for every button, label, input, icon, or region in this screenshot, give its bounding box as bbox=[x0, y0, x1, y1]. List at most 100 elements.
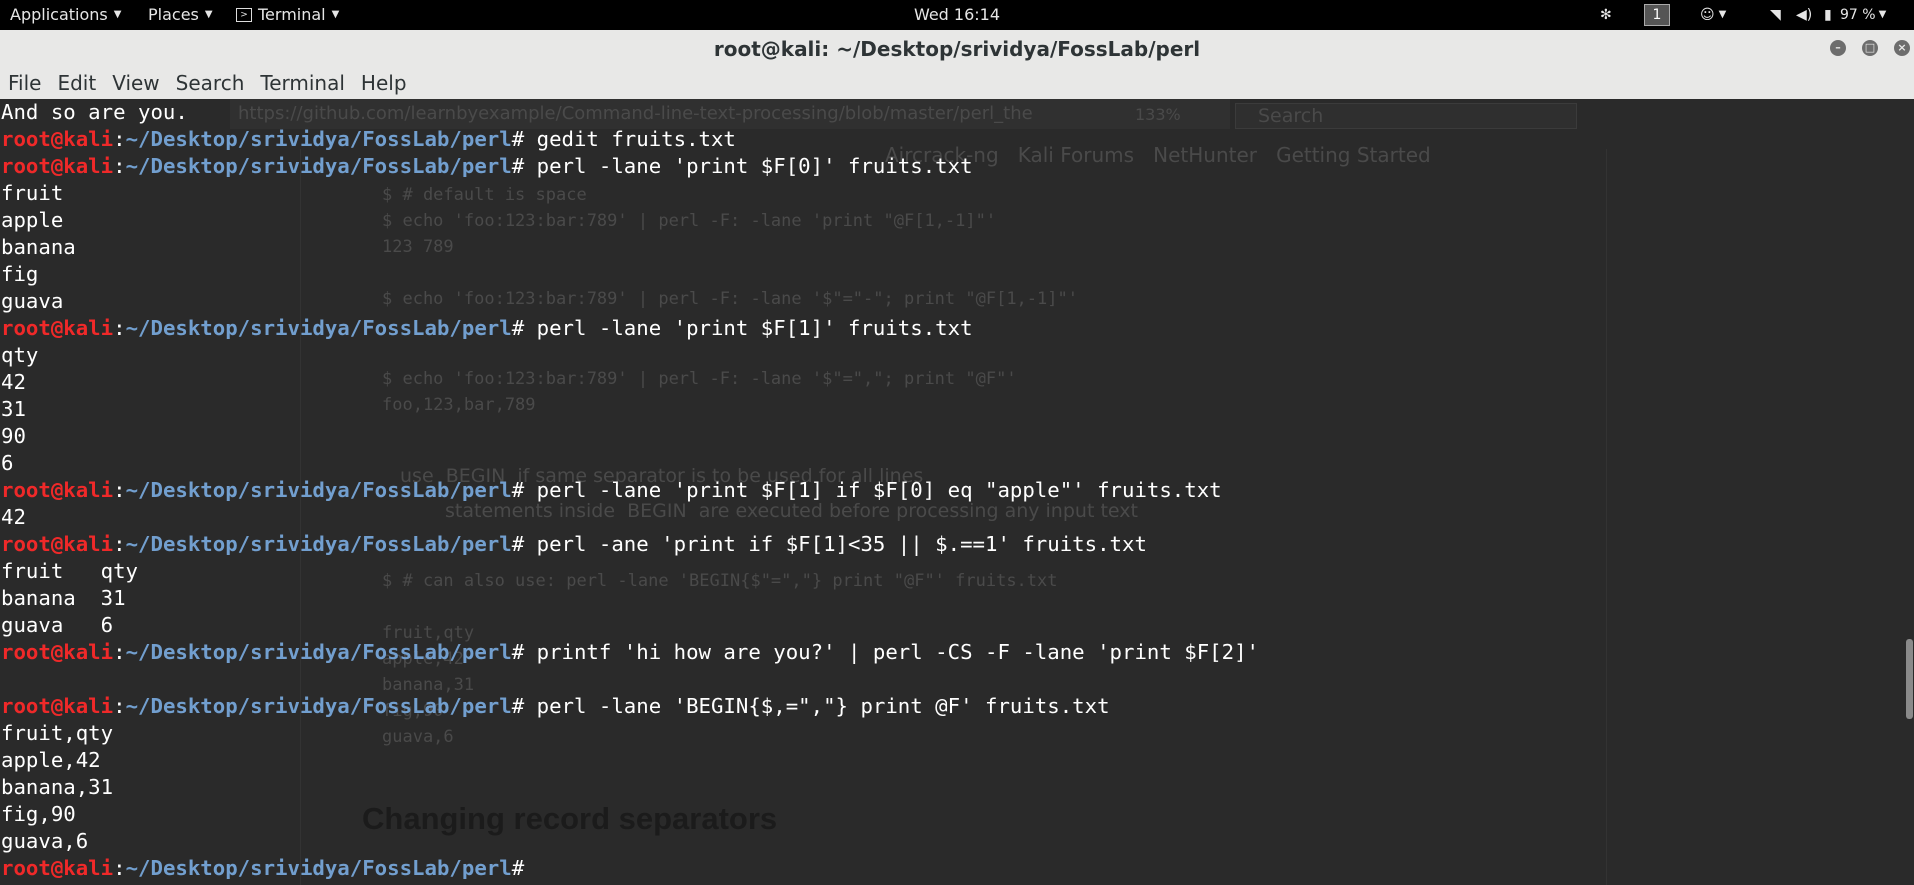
command-text: gedit fruits.txt bbox=[524, 127, 736, 151]
minimize-button[interactable]: – bbox=[1830, 40, 1846, 56]
output-line: guava,6 bbox=[1, 829, 89, 853]
prompt-user: root@kali bbox=[1, 127, 114, 151]
prompt-symbol: # bbox=[511, 856, 525, 880]
command-line: root@kali:~/Desktop/srividya/FossLab/per… bbox=[1, 153, 1259, 180]
prompt-path: ~/Desktop/srividya/FossLab/perl bbox=[125, 316, 512, 340]
output-line: 6 bbox=[1, 451, 14, 475]
output-line: banana,31 bbox=[1, 775, 114, 799]
menu-view[interactable]: View bbox=[104, 68, 167, 99]
prompt-separator: : bbox=[113, 316, 126, 340]
command-text: perl -lane 'print $F[1] if $F[0] eq "app… bbox=[524, 478, 1222, 502]
prompt-symbol: # bbox=[511, 640, 525, 664]
prompt-user: root@kali bbox=[1, 478, 114, 502]
prompt-symbol: # bbox=[511, 316, 525, 340]
close-button[interactable]: × bbox=[1894, 40, 1910, 56]
chevron-down-icon: ▼ bbox=[331, 9, 340, 20]
battery-label: 97 % bbox=[1840, 7, 1876, 23]
command-text: perl -lane 'print $F[0]' fruits.txt bbox=[524, 154, 973, 178]
output-line: 42 bbox=[1, 370, 26, 394]
prompt-path: ~/Desktop/srividya/FossLab/perl bbox=[125, 532, 512, 556]
menu-help[interactable]: Help bbox=[353, 68, 415, 99]
command-line: root@kali:~/Desktop/srividya/FossLab/per… bbox=[1, 477, 1259, 504]
output-line: 90 bbox=[1, 424, 26, 448]
ghost-search-box: Search bbox=[1235, 103, 1577, 129]
chevron-down-icon: ▼ bbox=[113, 9, 122, 20]
scrollbar-thumb[interactable] bbox=[1906, 639, 1913, 719]
prompt-user: root@kali bbox=[1, 856, 114, 880]
output-line: fig bbox=[1, 262, 39, 286]
prompt-separator: : bbox=[113, 694, 126, 718]
command-line: root@kali:~/Desktop/srividya/FossLab/per… bbox=[1, 126, 1259, 153]
prompt-user: root@kali bbox=[1, 154, 114, 178]
system-top-bar: Applications ▼ Places ▼ > Terminal ▼ Wed… bbox=[0, 0, 1914, 30]
workspace-number: 1 bbox=[1644, 4, 1670, 26]
menu-terminal[interactable]: Terminal bbox=[252, 68, 353, 99]
people-icon[interactable]: ✻ bbox=[1600, 0, 1612, 30]
output-line: fruit bbox=[1, 181, 64, 205]
output-line: apple,42 bbox=[1, 748, 101, 772]
chevron-down-icon: ▼ bbox=[1718, 9, 1727, 20]
workspace-indicator[interactable]: 1 bbox=[1644, 0, 1670, 30]
output-line: guava 6 bbox=[1, 613, 114, 637]
prompt-path: ~/Desktop/srividya/FossLab/perl bbox=[125, 694, 512, 718]
terminal-icon: > bbox=[236, 8, 252, 22]
applications-label: Applications bbox=[10, 5, 108, 24]
prompt-user: root@kali bbox=[1, 532, 114, 556]
terminal-app-label: Terminal bbox=[258, 5, 326, 24]
prompt-symbol: # bbox=[511, 694, 525, 718]
prompt-path: ~/Desktop/srividya/FossLab/perl bbox=[125, 640, 512, 664]
command-text: perl -lane 'print $F[1]' fruits.txt bbox=[524, 316, 973, 340]
prompt-path: ~/Desktop/srividya/FossLab/perl bbox=[125, 478, 512, 502]
prompt-separator: : bbox=[113, 127, 126, 151]
output-line: 42 bbox=[1, 505, 26, 529]
prompt-symbol: # bbox=[511, 478, 525, 502]
command-text: perl -ane 'print if $F[1]<35 || $.==1' f… bbox=[524, 532, 1147, 556]
terminal-app-menu[interactable]: > Terminal ▼ bbox=[236, 0, 339, 30]
menu-file[interactable]: File bbox=[0, 68, 49, 99]
terminal-view[interactable]: https://github.com/learnbyexample/Comman… bbox=[0, 99, 1904, 885]
command-line: root@kali:~/Desktop/srividya/FossLab/per… bbox=[1, 693, 1259, 720]
output-line: banana bbox=[1, 235, 76, 259]
prompt-separator: : bbox=[113, 478, 126, 502]
places-menu[interactable]: Places ▼ bbox=[148, 0, 213, 30]
ghost-search-placeholder: Search bbox=[1258, 105, 1324, 127]
output-line: apple bbox=[1, 208, 64, 232]
output-line: guava bbox=[1, 289, 64, 313]
menu-edit[interactable]: Edit bbox=[49, 68, 104, 99]
window-title: root@kali: ~/Desktop/srividya/FossLab/pe… bbox=[713, 37, 1201, 61]
menu-bar: File Edit View Search Terminal Help bbox=[0, 68, 1914, 100]
battery-percent: 97 % ▼ bbox=[1840, 0, 1886, 30]
prompt-path: ~/Desktop/srividya/FossLab/perl bbox=[125, 856, 512, 880]
chevron-down-icon: ▼ bbox=[204, 9, 213, 20]
volume-icon[interactable]: ◀) bbox=[1796, 0, 1812, 30]
prompt-user: root@kali bbox=[1, 694, 114, 718]
places-label: Places bbox=[148, 5, 199, 24]
wifi-icon[interactable]: ◥ bbox=[1770, 0, 1781, 30]
window-title-bar[interactable]: root@kali: ~/Desktop/srividya/FossLab/pe… bbox=[0, 30, 1914, 69]
command-text: perl -lane 'BEGIN{$,=","} print @F' frui… bbox=[524, 694, 1110, 718]
prompt-path: ~/Desktop/srividya/FossLab/perl bbox=[125, 127, 512, 151]
prompt-user: root@kali bbox=[1, 316, 114, 340]
prompt-separator: : bbox=[113, 856, 126, 880]
output-line: fruit,qty bbox=[1, 721, 114, 745]
prompt-user: root@kali bbox=[1, 640, 114, 664]
applications-menu[interactable]: Applications ▼ bbox=[10, 0, 121, 30]
terminal-output: And so are you. root@kali:~/Desktop/srivi… bbox=[1, 99, 1259, 882]
menu-search[interactable]: Search bbox=[168, 68, 253, 99]
command-line: root@kali:~/Desktop/srividya/FossLab/per… bbox=[1, 531, 1259, 558]
prompt-symbol: # bbox=[511, 154, 525, 178]
battery-icon[interactable]: ▮ bbox=[1824, 0, 1832, 30]
accessibility-icon[interactable]: ☺ ▼ bbox=[1700, 0, 1726, 30]
chevron-down-icon: ▼ bbox=[1878, 9, 1887, 20]
prompt-symbol: # bbox=[511, 127, 525, 151]
command-text: printf 'hi how are you?' | perl -CS -F -… bbox=[524, 640, 1259, 664]
prompt-separator: : bbox=[113, 154, 126, 178]
prompt-path: ~/Desktop/srividya/FossLab/perl bbox=[125, 154, 512, 178]
output-line: banana 31 bbox=[1, 586, 126, 610]
prompt-separator: : bbox=[113, 640, 126, 664]
output-line: fig,90 bbox=[1, 802, 76, 826]
maximize-button[interactable]: □ bbox=[1862, 40, 1878, 56]
prompt-separator: : bbox=[113, 532, 126, 556]
terminal-scrollbar[interactable] bbox=[1904, 99, 1914, 885]
